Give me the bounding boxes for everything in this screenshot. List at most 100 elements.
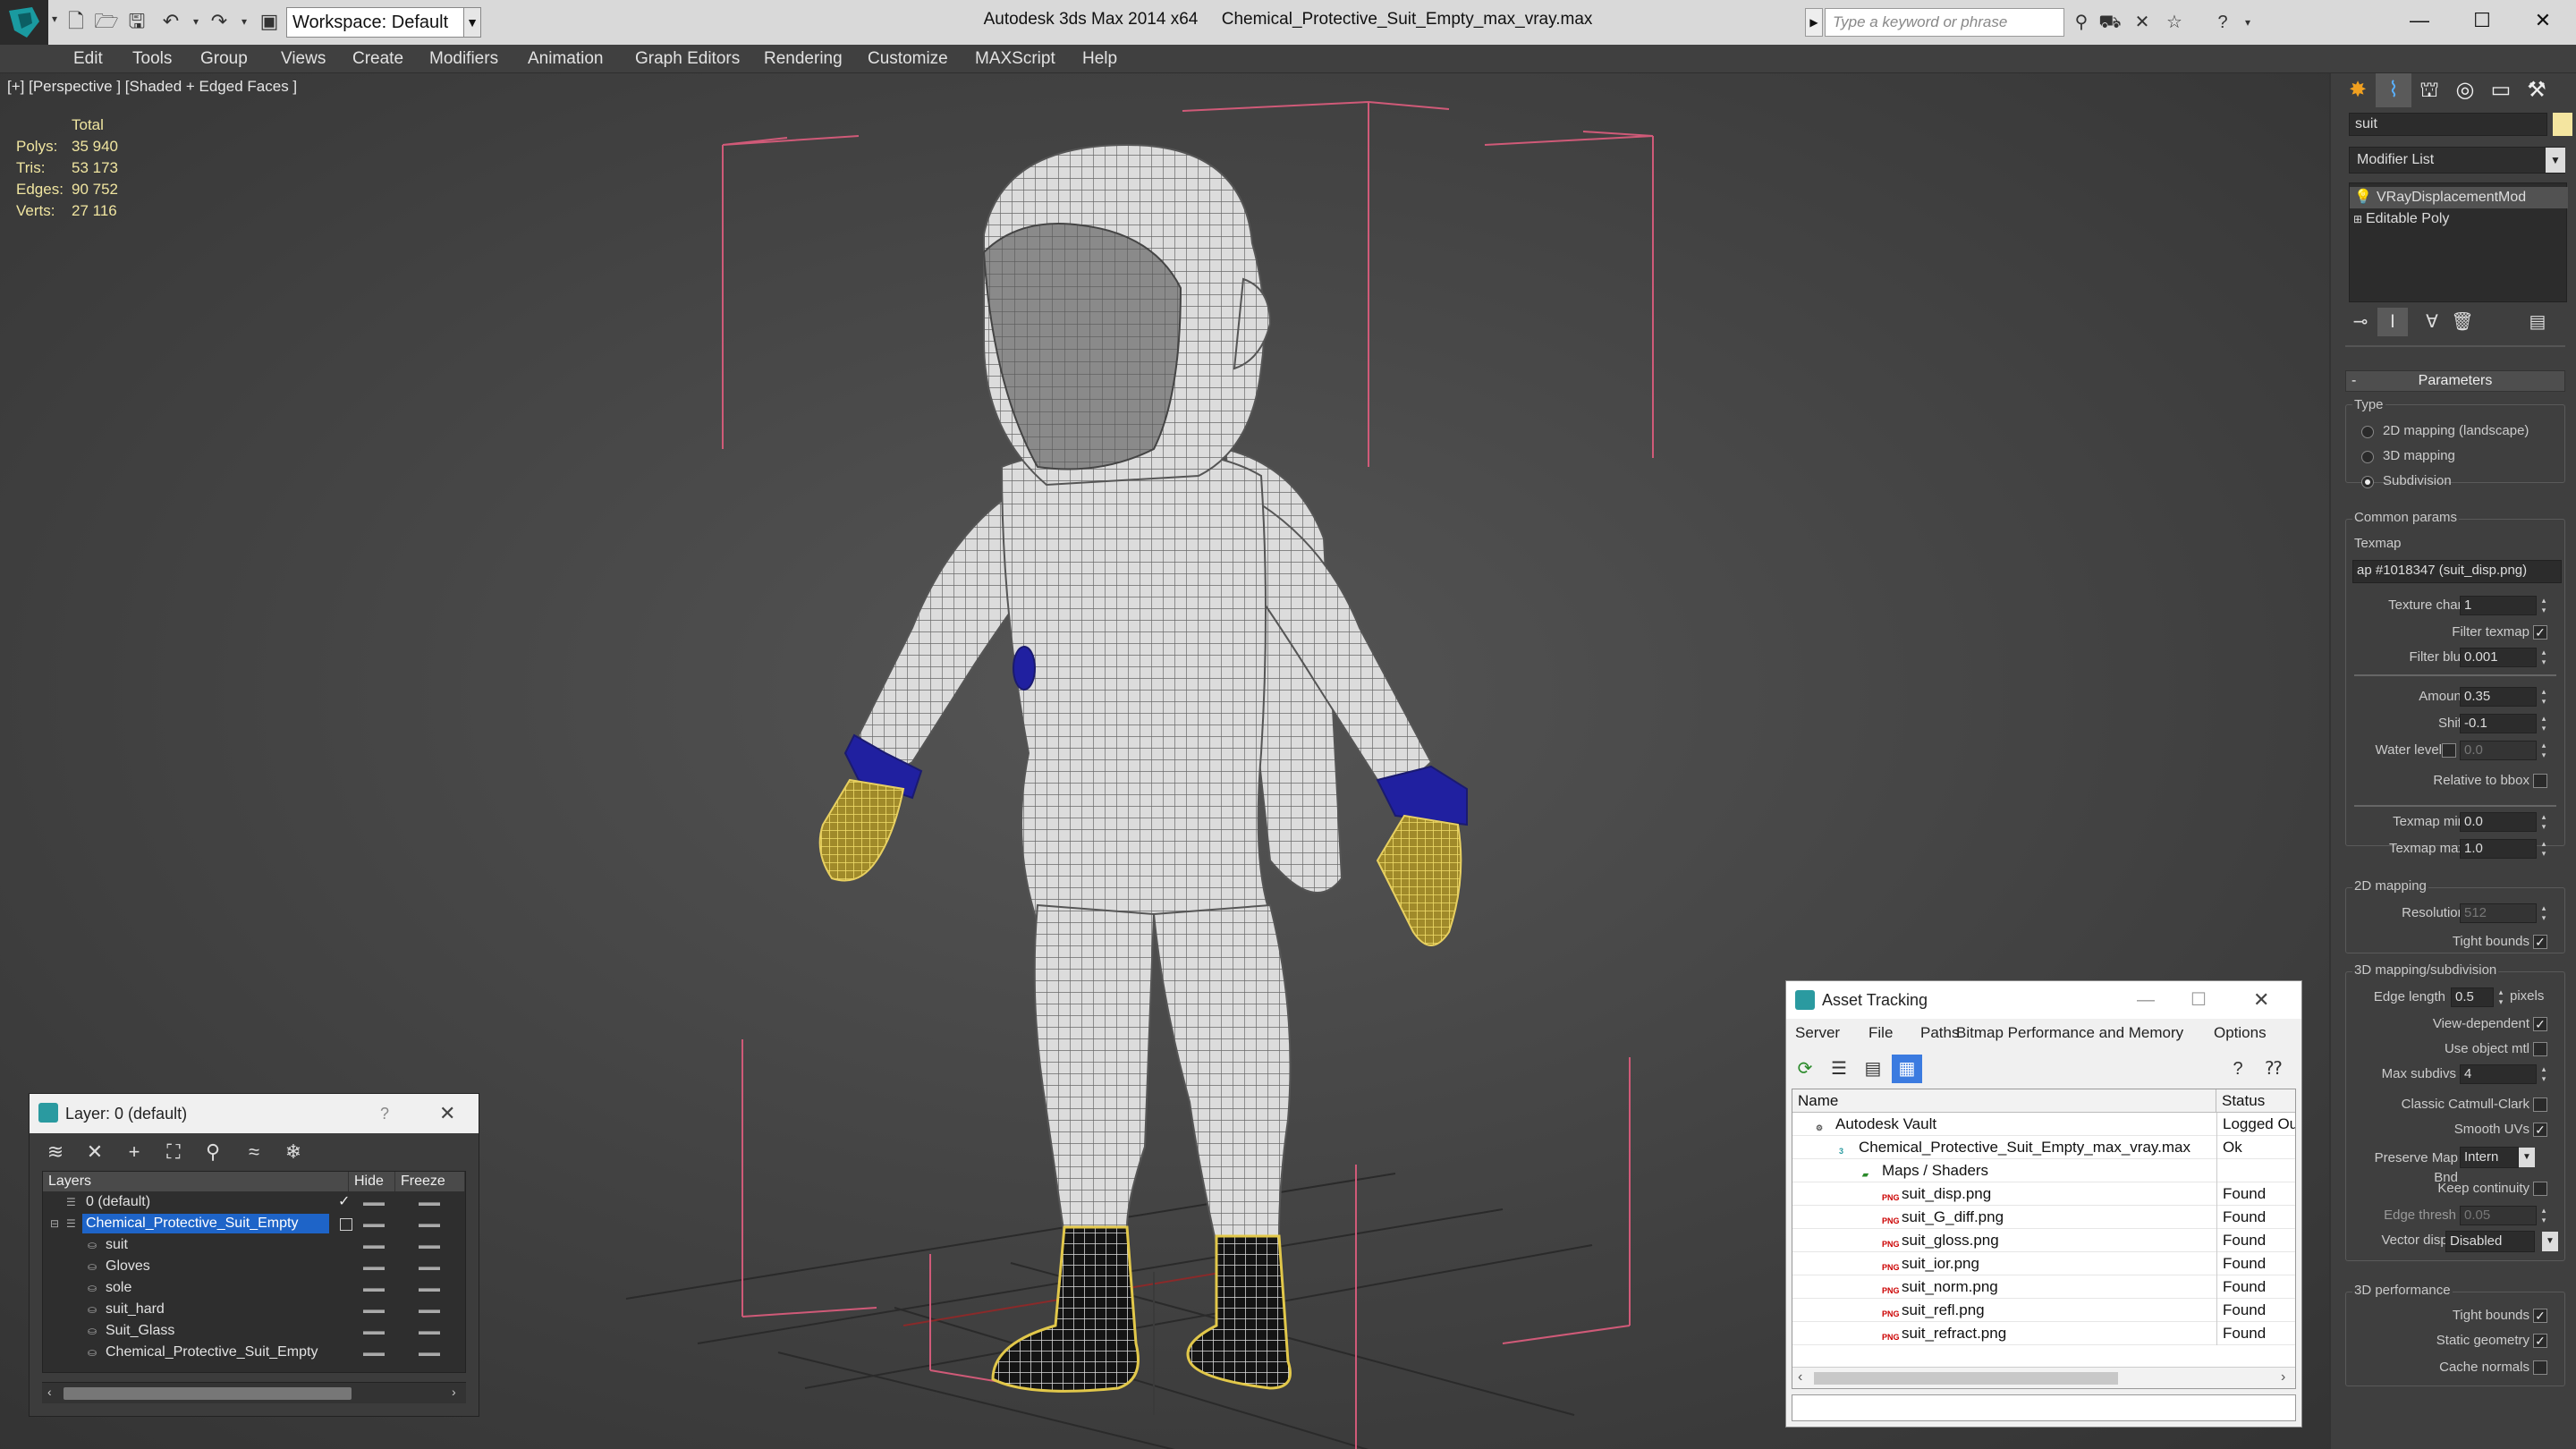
redo-icon[interactable]: ↷ bbox=[206, 8, 233, 35]
freeze-toggle[interactable]: ▬▬ bbox=[419, 1191, 440, 1213]
display-tab-icon[interactable]: ▭ bbox=[2483, 73, 2519, 107]
menu-customize[interactable]: Customize bbox=[862, 45, 953, 73]
asset-menu-options[interactable]: Options bbox=[2214, 1021, 2267, 1046]
amount-spinner[interactable]: 0.35 bbox=[2460, 687, 2537, 707]
modifier-list-dropdown-icon[interactable]: ▼ bbox=[2546, 148, 2565, 173]
asset-row[interactable]: PNG suit_gloss.png Found bbox=[1792, 1229, 2295, 1252]
asset-row[interactable]: PNG suit_G_diff.png Found bbox=[1792, 1206, 2295, 1229]
communication-icon[interactable]: ✕ bbox=[2129, 9, 2156, 36]
texture-chan-spinner[interactable]: 1 bbox=[2460, 596, 2537, 615]
maximize-button[interactable]: ☐ bbox=[2462, 5, 2503, 36]
scroll-right-icon[interactable]: › bbox=[2281, 1369, 2285, 1385]
binoculars-icon[interactable]: ⚲ bbox=[2068, 9, 2095, 36]
layer-dialog-close-button[interactable]: ✕ bbox=[439, 1094, 455, 1133]
hide-column-header[interactable]: Hide bbox=[349, 1172, 395, 1191]
classic-catmull-checkbox[interactable] bbox=[2533, 1097, 2547, 1112]
asset-table-view-icon[interactable]: ▦ bbox=[1892, 1055, 1922, 1083]
minimize-button[interactable]: — bbox=[2399, 5, 2440, 36]
hide-toggle[interactable]: ▬▬ bbox=[363, 1277, 385, 1299]
smooth-uvs-checkbox[interactable]: ✓ bbox=[2533, 1123, 2547, 1137]
spinner-arrows-icon[interactable]: ▴ ▾ bbox=[2538, 839, 2549, 859]
resolution-spinner[interactable]: 512 bbox=[2460, 903, 2537, 923]
asset-minimize-button[interactable]: — bbox=[2137, 981, 2155, 1019]
asset-menu-file[interactable]: File bbox=[1868, 1021, 1893, 1046]
menu-views[interactable]: Views bbox=[275, 45, 331, 73]
texmap-button[interactable]: ap #1018347 (suit_disp.png) bbox=[2352, 560, 2562, 583]
asset-row[interactable]: PNG suit_norm.png Found bbox=[1792, 1275, 2295, 1299]
texmap-min-spinner[interactable]: 0.0 bbox=[2460, 812, 2537, 832]
max-subdivs-spinner[interactable]: 4 bbox=[2460, 1064, 2537, 1084]
freeze-column-header[interactable]: Freeze bbox=[395, 1172, 465, 1191]
motion-tab-icon[interactable]: ◎ bbox=[2447, 73, 2483, 107]
layer-object-row[interactable]: ⛀ sole ▬▬ ▬▬ bbox=[43, 1277, 465, 1299]
spinner-arrows-icon[interactable]: ▴ ▾ bbox=[2538, 1064, 2549, 1084]
menu-group[interactable]: Group bbox=[195, 45, 253, 73]
asset-menu-server[interactable]: Server bbox=[1795, 1021, 1840, 1046]
freeze-toggle[interactable]: ▬▬ bbox=[419, 1277, 440, 1299]
menu-animation[interactable]: Animation bbox=[522, 45, 609, 73]
spinner-arrows-icon[interactable]: ▴ ▾ bbox=[2538, 1206, 2549, 1225]
scroll-left-icon[interactable]: ‹ bbox=[1798, 1369, 1802, 1385]
water-level-checkbox[interactable] bbox=[2442, 743, 2456, 758]
viewport-label[interactable]: [+] [Perspective ] [Shaded + Edged Faces… bbox=[7, 75, 297, 98]
freeze-toggle[interactable]: ▬▬ bbox=[419, 1234, 440, 1256]
hide-toggle[interactable]: ▬▬ bbox=[363, 1256, 385, 1277]
collapse-icon[interactable]: ⊟ bbox=[50, 1213, 59, 1234]
asset-menu-paths[interactable]: Paths bbox=[1920, 1021, 1959, 1046]
shift-spinner[interactable]: -0.1 bbox=[2460, 714, 2537, 733]
name-column-header[interactable]: Name bbox=[1792, 1089, 2216, 1113]
set-current-checkbox[interactable] bbox=[340, 1218, 352, 1231]
rollout-collapse-icon[interactable]: - bbox=[2351, 371, 2356, 391]
hide-toggle[interactable]: ▬▬ bbox=[363, 1299, 385, 1320]
relative-bbox-checkbox[interactable] bbox=[2533, 774, 2547, 788]
workspace-select[interactable]: Workspace: Default bbox=[286, 7, 465, 38]
spinner-arrows-icon[interactable]: ▴ ▾ bbox=[2538, 903, 2549, 923]
hide-toggle[interactable]: ▬▬ bbox=[363, 1234, 385, 1256]
remove-modifier-icon[interactable]: 🗑 bbox=[2447, 308, 2478, 336]
status-column-header[interactable]: Status bbox=[2216, 1089, 2295, 1113]
asset-horizontal-scrollbar[interactable]: ‹ › bbox=[1792, 1367, 2295, 1388]
project-folder-icon[interactable]: ▣ bbox=[256, 8, 283, 35]
freeze-toggle[interactable]: ▬▬ bbox=[419, 1299, 440, 1320]
asset-dialog-titlebar[interactable]: Asset Tracking — ☐ ✕ bbox=[1786, 981, 2301, 1019]
expand-icon[interactable]: ⊞ bbox=[2350, 208, 2366, 230]
menu-maxscript[interactable]: MAXScript bbox=[970, 45, 1061, 73]
create-tab-icon[interactable]: ✸ bbox=[2340, 73, 2376, 107]
asset-path-field[interactable] bbox=[1792, 1394, 2296, 1421]
layer-object-row[interactable]: ⛀ Gloves ▬▬ ▬▬ bbox=[43, 1256, 465, 1277]
asset-close-button[interactable]: ✕ bbox=[2253, 981, 2269, 1019]
asset-row[interactable]: PNG suit_ior.png Found bbox=[1792, 1252, 2295, 1275]
scroll-thumb[interactable] bbox=[1814, 1372, 2118, 1385]
layer-object-row[interactable]: ⛀ Chemical_Protective_Suit_Empty ▬▬ ▬▬ bbox=[43, 1342, 465, 1363]
modify-tab-icon[interactable]: ⌇ bbox=[2376, 73, 2411, 107]
menu-graph-editors[interactable]: Graph Editors bbox=[630, 45, 745, 73]
layer-highlight-icon[interactable]: ⚲ bbox=[196, 1137, 230, 1167]
utilities-tab-icon[interactable]: ⚒ bbox=[2519, 73, 2555, 107]
close-button[interactable]: ✕ bbox=[2522, 5, 2563, 36]
menu-help[interactable]: Help bbox=[1077, 45, 1123, 73]
freeze-toggle[interactable]: ▬▬ bbox=[419, 1256, 440, 1277]
layer-object-row[interactable]: ⛀ Suit_Glass ▬▬ ▬▬ bbox=[43, 1320, 465, 1342]
asset-help-icon[interactable]: ? bbox=[2223, 1055, 2253, 1083]
favorites-star-icon[interactable]: ☆ bbox=[2161, 9, 2188, 36]
layer-freeze-all-icon[interactable]: ❄ bbox=[276, 1137, 310, 1167]
spinner-arrows-icon[interactable]: ▴ ▾ bbox=[2538, 741, 2549, 760]
layers-column-header[interactable]: Layers bbox=[43, 1172, 349, 1191]
asset-row[interactable]: PNG suit_refract.png Found bbox=[1792, 1322, 2295, 1345]
preserve-map-dropdown-icon[interactable]: ▼ bbox=[2519, 1148, 2535, 1167]
hide-toggle[interactable]: ▬▬ bbox=[363, 1213, 385, 1234]
hide-toggle[interactable]: ▬▬ bbox=[363, 1191, 385, 1213]
light-bulb-icon[interactable]: 💡 bbox=[2350, 187, 2377, 208]
water-level-spinner[interactable]: 0.0 bbox=[2460, 741, 2537, 760]
vector-displ-dropdown-icon[interactable]: ▼ bbox=[2542, 1232, 2558, 1251]
hide-toggle[interactable]: ▬▬ bbox=[363, 1342, 385, 1363]
asset-maximize-button[interactable]: ☐ bbox=[2190, 981, 2207, 1019]
layer-row[interactable]: ⊟ ☰ Chemical_Protective_Suit_Empty ▬▬ ▬▬ bbox=[43, 1213, 465, 1234]
asset-row[interactable]: 3 Chemical_Protective_Suit_Empty_max_vray… bbox=[1792, 1136, 2295, 1159]
view-dependent-checkbox[interactable]: ✓ bbox=[2533, 1017, 2547, 1031]
layer-delete-icon[interactable]: ✕ bbox=[78, 1137, 112, 1167]
help-dropdown-icon[interactable]: ▾ bbox=[2234, 9, 2261, 36]
object-color-swatch[interactable] bbox=[2553, 113, 2572, 136]
help-icon[interactable]: ? bbox=[2209, 9, 2236, 36]
layer-select-objects-icon[interactable]: ⛶ bbox=[157, 1137, 191, 1167]
